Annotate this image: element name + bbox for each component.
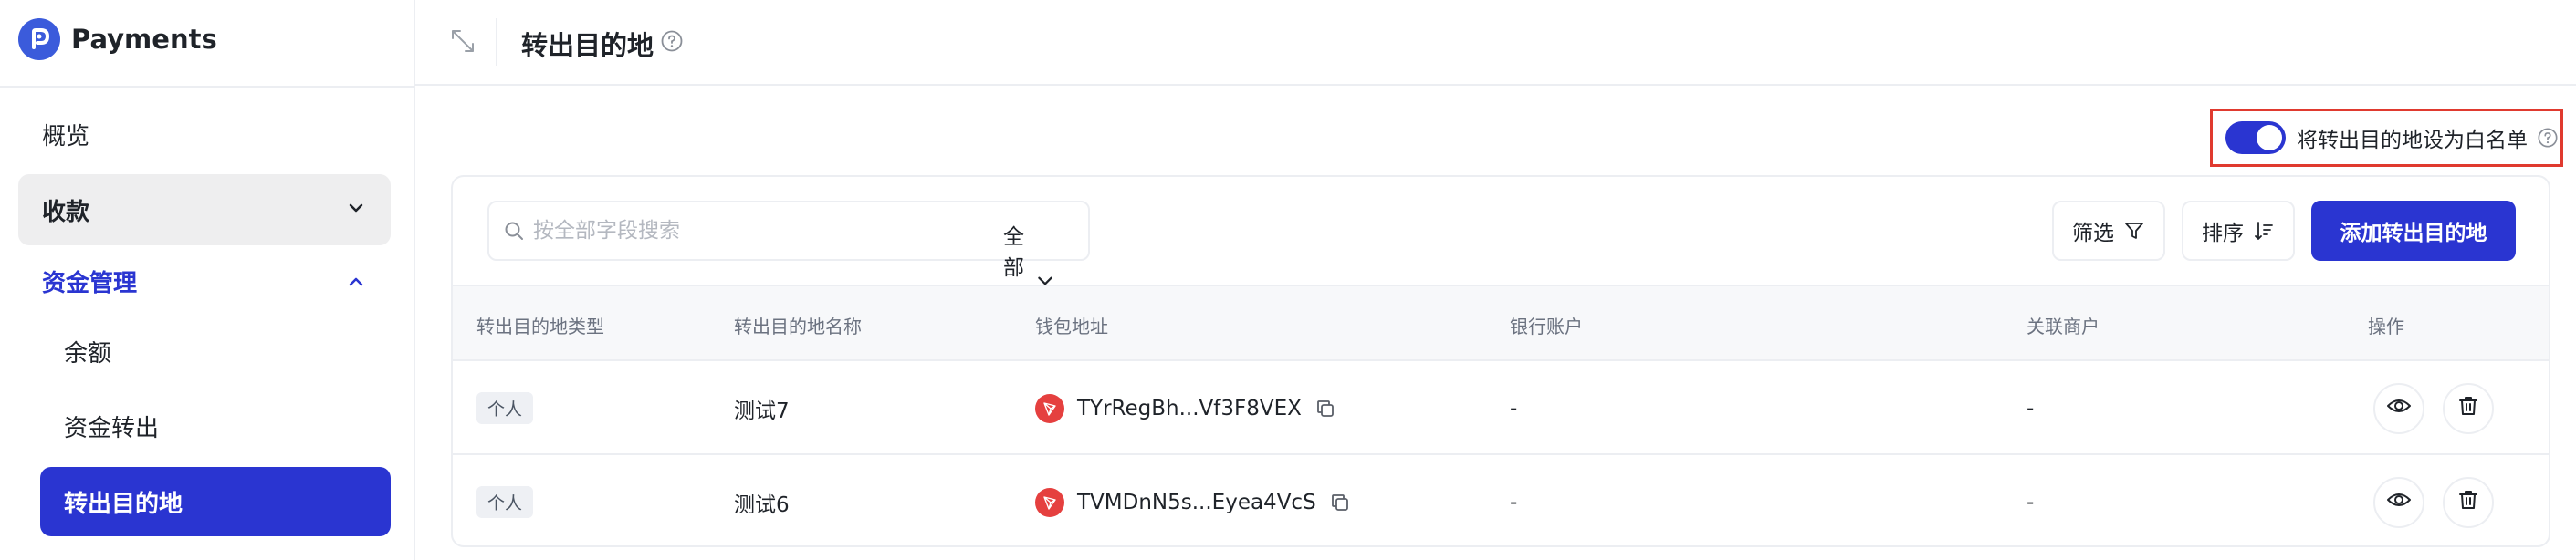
app-name: Payments: [71, 24, 217, 55]
type-cell: 个人: [476, 455, 534, 545]
column-header-name[interactable]: 转出目的地名称: [734, 312, 862, 338]
help-icon[interactable]: [660, 29, 684, 57]
sidebar-item-fund-management[interactable]: 资金管理: [18, 253, 391, 309]
sidebar-divider: [0, 86, 415, 88]
wallet-cell: TVMDnN5s...Eyea4VcS: [1035, 455, 1351, 545]
search-icon: [504, 221, 524, 241]
copy-icon[interactable]: [1314, 398, 1336, 420]
sidebar-item-balance[interactable]: 余额: [40, 323, 391, 379]
type-tag: 个人: [476, 486, 534, 518]
column-header-wallet[interactable]: 钱包地址: [1035, 312, 1108, 338]
type-cell: 个人: [476, 361, 534, 455]
chevron-down-icon: [347, 199, 365, 217]
trash-icon: [2456, 488, 2480, 517]
delete-button[interactable]: [2443, 382, 2494, 434]
name-cell: 测试6: [734, 493, 790, 517]
page-header: 转出目的地: [415, 0, 2576, 86]
copy-icon[interactable]: [1329, 492, 1351, 513]
table-header: 转出目的地类型 转出目的地名称 钱包地址 银行账户 关联商户 操作: [453, 285, 2549, 361]
column-header-type[interactable]: 转出目的地类型: [476, 312, 604, 338]
sort-button[interactable]: 排序: [2182, 201, 2295, 261]
header-divider: [496, 18, 497, 66]
merchant-cell: -: [2026, 490, 2035, 514]
sidebar-item-label: 概览: [42, 122, 90, 150]
type-tag: 个人: [476, 392, 534, 424]
collapse-icon: [449, 27, 476, 58]
sort-button-label: 排序: [2202, 222, 2244, 245]
payments-logo-icon: [18, 18, 60, 60]
tron-icon: [1035, 487, 1064, 517]
sidebar-item-fund-transfer[interactable]: 资金转出: [40, 398, 391, 454]
actions-cell: [2373, 361, 2494, 455]
sidebar: Payments 概览 收款 资金管理 余额 资金转出 转出目的地: [0, 0, 415, 560]
filter-button-label: 筛选: [2072, 222, 2114, 245]
sidebar-item-receive[interactable]: 收款: [18, 174, 391, 245]
view-button[interactable]: [2373, 476, 2424, 528]
tron-icon: [1035, 393, 1064, 423]
whitelist-label: 将转出目的地设为白名单: [2297, 129, 2528, 152]
table-row: 个人 测试7 TYrRegBh...Vf3F8VEX - -: [453, 361, 2549, 455]
view-button[interactable]: [2373, 382, 2424, 434]
eye-icon: [2386, 393, 2412, 424]
whitelist-setting: 将转出目的地设为白名单: [2210, 109, 2563, 167]
search-bar: 全部字段: [487, 201, 1090, 342]
sidebar-item-transfer-destinations[interactable]: 转出目的地: [40, 467, 391, 536]
column-header-bank[interactable]: 银行账户: [1510, 312, 1583, 338]
bank-cell: -: [1510, 396, 1518, 420]
brand[interactable]: Payments: [18, 18, 217, 60]
filter-icon: [2123, 220, 2145, 242]
whitelist-toggle[interactable]: [2225, 121, 2286, 154]
search-input[interactable]: [533, 219, 880, 243]
collapse-sidebar-button[interactable]: [443, 23, 483, 63]
column-header-merchant[interactable]: 关联商户: [2026, 312, 2100, 338]
filter-button[interactable]: 筛选: [2052, 201, 2165, 261]
wallet-cell: TYrRegBh...Vf3F8VEX: [1035, 361, 1336, 455]
sidebar-item-label: 余额: [64, 339, 112, 368]
merchant-cell: -: [2026, 396, 2035, 420]
sidebar-item-label: 资金管理: [42, 269, 138, 297]
sort-icon: [2253, 220, 2275, 242]
sidebar-item-overview[interactable]: 概览: [18, 108, 391, 161]
wallet-address: TVMDnN5s...Eyea4VcS: [1077, 490, 1316, 514]
sidebar-item-label: 资金转出: [64, 414, 160, 442]
bank-cell: -: [1510, 490, 1518, 514]
destinations-card: 全部字段 筛选 排序 添加转出目的地 转出目的地类型 转出目的地名称 钱包地址 …: [451, 175, 2550, 547]
page-title: 转出目的地: [521, 30, 654, 61]
name-cell: 测试7: [734, 399, 790, 423]
chevron-up-icon: [347, 273, 365, 291]
sidebar-item-label: 收款: [42, 198, 90, 226]
table-row: 个人 测试6 TVMDnN5s...Eyea4VcS - -: [453, 455, 2549, 545]
sidebar-item-label: 转出目的地: [64, 490, 183, 518]
eye-icon: [2386, 487, 2412, 518]
column-header-actions: 操作: [2368, 316, 2404, 337]
trash-icon: [2456, 394, 2480, 423]
add-destination-button[interactable]: 添加转出目的地: [2311, 201, 2516, 261]
help-icon[interactable]: [2537, 127, 2559, 149]
actions-cell: [2373, 455, 2494, 545]
delete-button[interactable]: [2443, 476, 2494, 528]
toggle-knob: [2257, 125, 2282, 150]
wallet-address: TYrRegBh...Vf3F8VEX: [1077, 396, 1302, 420]
